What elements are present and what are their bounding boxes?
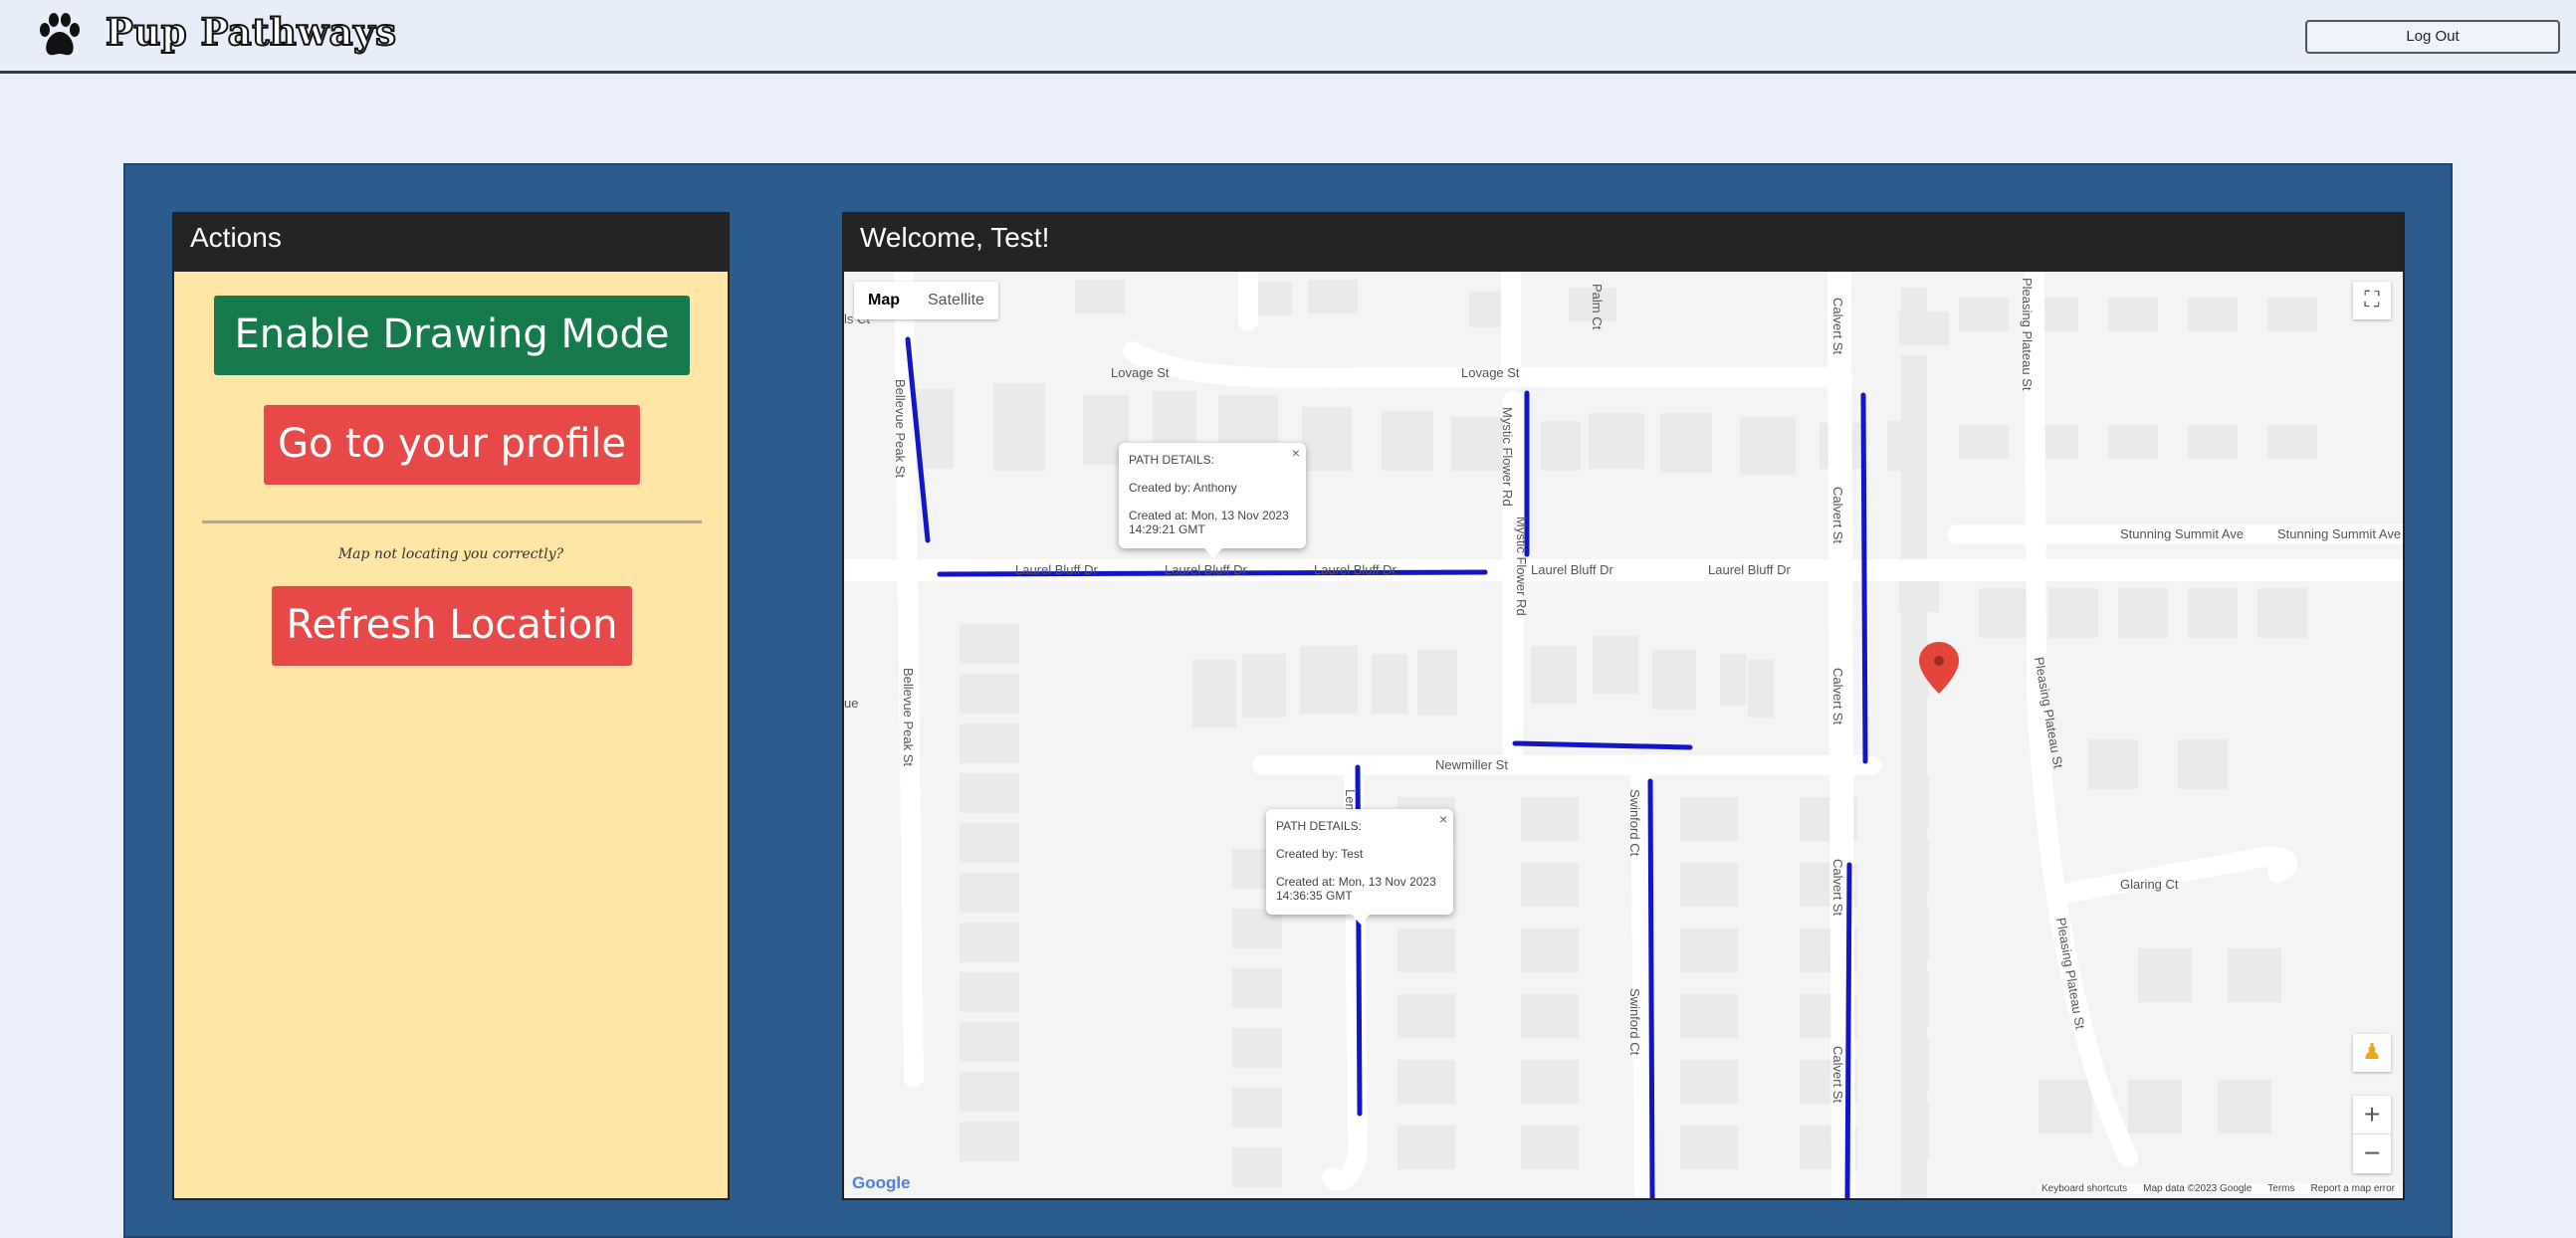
app-header: Pup Pathways Log Out: [0, 0, 2576, 74]
map-attribution: Keyboard shortcuts Map data ©2023 Google…: [2037, 1183, 2399, 1194]
street-label: Newmiller St: [1435, 757, 1508, 772]
street-label: Swinford Ct: [1627, 988, 1642, 1056]
map-canvas[interactable]: Lovage St Lovage St Laurel Bluff Dr Laur…: [844, 272, 2403, 1198]
street-label: Calvert St: [1830, 859, 1845, 916]
pegman-icon[interactable]: ♟: [2353, 1034, 2391, 1072]
popup-created-by: Created by: Test: [1276, 847, 1364, 861]
street-label: Calvert St: [1830, 1046, 1845, 1103]
street-label: Laurel Bluff Dr: [1165, 562, 1248, 577]
refresh-location-button[interactable]: Refresh Location: [272, 586, 632, 666]
path-popup: × PATH DETAILS: Created by: Anthony Crea…: [1119, 443, 1306, 558]
zoom-in-button[interactable]: +: [2353, 1096, 2391, 1135]
street-label: Stunning Summit Ave: [2277, 526, 2401, 541]
street-label: Bellevue Peak St: [901, 668, 916, 766]
actions-card: Actions Enable Drawing Mode Go to your p…: [172, 212, 730, 1200]
street-label: Stunning Summit Ave: [2120, 526, 2244, 541]
street-label: Palm Ct: [1590, 284, 1605, 330]
popup-title: PATH DETAILS:: [1276, 819, 1363, 833]
popup-created-at: Created at: Mon, 13 Nov 2023 14:36:35 GM…: [1276, 875, 1436, 903]
close-icon[interactable]: ×: [1439, 811, 1447, 827]
street-label: Glaring Ct: [2120, 877, 2179, 892]
street-label: Calvert St: [1830, 298, 1845, 354]
street-label: Calvert St: [1830, 668, 1845, 724]
report-error-link[interactable]: Report a map error: [2311, 1183, 2395, 1194]
street-label: ue: [844, 696, 858, 711]
street-label: Lovage St: [1111, 365, 1170, 380]
terms-link[interactable]: Terms: [2267, 1183, 2294, 1194]
street-label: Pleasing Plateau St: [2020, 278, 2035, 391]
street-label: Swinford Ct: [1627, 789, 1642, 857]
keyboard-shortcuts-link[interactable]: Keyboard shortcuts: [2041, 1183, 2127, 1194]
divider: [202, 520, 702, 523]
map-data-text: Map data ©2023 Google: [2143, 1183, 2253, 1194]
profile-button[interactable]: Go to your profile: [264, 405, 640, 485]
street-label: Pleasing Plateau St: [2053, 917, 2088, 1031]
street-label: Laurel Bluff Dr: [1708, 562, 1792, 577]
fullscreen-icon[interactable]: ⛶: [2353, 282, 2391, 319]
close-icon[interactable]: ×: [1292, 445, 1300, 461]
location-hint: Map not locating you correctly?: [337, 546, 564, 562]
street-label: Mystic Flower Rd: [1514, 516, 1529, 616]
logout-button[interactable]: Log Out: [2305, 20, 2560, 54]
street-label: Laurel Bluff Dr: [1015, 562, 1099, 577]
paw-icon[interactable]: [34, 10, 86, 62]
map-card: Welcome, Test! Lovage St Lovage St Laure…: [842, 212, 2405, 1200]
path-popup: × PATH DETAILS: Created by: Test Created…: [1266, 809, 1453, 925]
google-logo[interactable]: Google: [852, 1173, 911, 1193]
actions-title: Actions: [174, 214, 728, 272]
street-label: Mystic Flower Rd: [1500, 407, 1515, 507]
map-svg: Lovage St Lovage St Laurel Bluff Dr Laur…: [844, 272, 2403, 1198]
street-label: Laurel Bluff Dr: [1314, 562, 1397, 577]
popup-created-at: Created at: Mon, 13 Nov 2023 14:29:21 GM…: [1129, 509, 1289, 536]
popup-title: PATH DETAILS:: [1129, 453, 1215, 467]
map-type-satellite[interactable]: Satellite: [914, 282, 998, 319]
welcome-title: Welcome, Test!: [844, 214, 2403, 272]
popup-created-by: Created by: Anthony: [1129, 481, 1237, 495]
street-label: Calvert St: [1830, 487, 1845, 543]
street-label: Laurel Bluff Dr: [1531, 562, 1614, 577]
zoom-out-button[interactable]: −: [2353, 1135, 2391, 1173]
street-label: Bellevue Peak St: [893, 379, 908, 478]
map-type-control: Map Satellite: [854, 282, 998, 319]
enable-drawing-button[interactable]: Enable Drawing Mode: [214, 296, 690, 375]
map-type-map[interactable]: Map: [854, 282, 914, 319]
app-name[interactable]: Pup Pathways: [105, 9, 397, 55]
zoom-control: + −: [2353, 1096, 2391, 1173]
street-label: Lovage St: [1461, 365, 1520, 380]
